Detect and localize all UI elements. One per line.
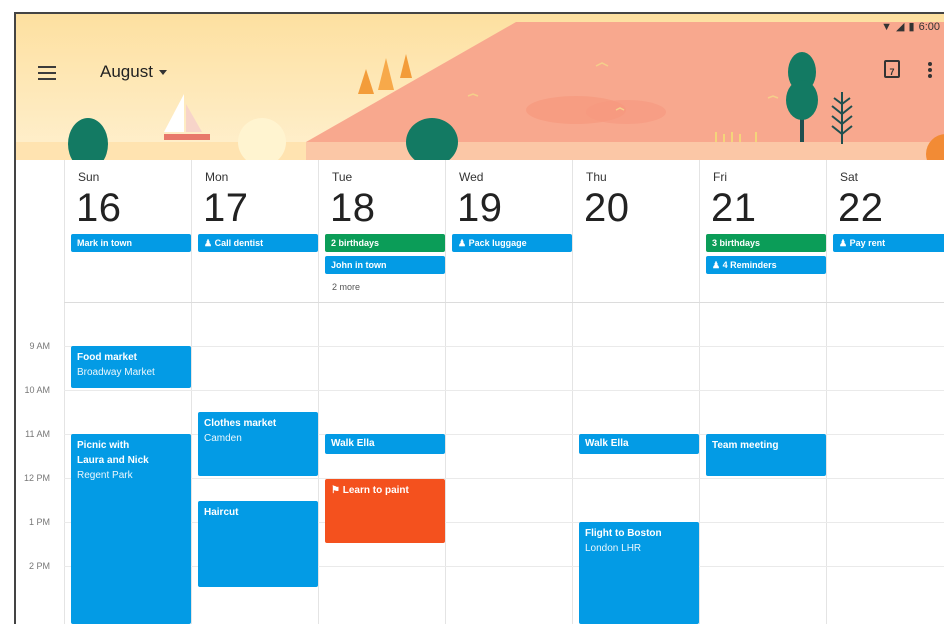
event-food-market[interactable]: Food market Broadway Market: [71, 346, 191, 388]
event-location: London LHR: [585, 543, 642, 554]
reminder-chip[interactable]: ♟ Pack luggage: [452, 234, 572, 252]
event-location: Regent Park: [77, 470, 133, 481]
day-number: 21: [711, 186, 757, 230]
reminder-icon: ♟: [839, 238, 850, 248]
day-header-mon[interactable]: Mon 17: [191, 160, 318, 304]
event-flight-to-boston[interactable]: Flight to Boston London LHR: [579, 522, 699, 624]
time-label: 9 AM: [29, 341, 50, 351]
chip-label: Pack luggage: [468, 238, 527, 248]
hour-line: [64, 566, 944, 567]
day-number: 16: [76, 186, 122, 230]
today-calendar-icon[interactable]: 7: [884, 60, 900, 78]
event-location: Broadway Market: [77, 367, 155, 378]
time-label: 1 PM: [28, 517, 50, 527]
chip-label: Pay rent: [849, 238, 886, 248]
event-clothes-market[interactable]: Clothes market Camden: [198, 412, 318, 476]
signal-icon: ◢: [896, 21, 905, 33]
day-header-sat[interactable]: Sat 22: [826, 160, 944, 304]
event-learn-to-paint[interactable]: ⚑ Learn to paint: [325, 479, 445, 543]
hour-line: [64, 390, 944, 391]
time-label: 10 AM: [24, 385, 50, 395]
event-title: Clothes market: [204, 418, 277, 429]
day-name: Mon: [205, 170, 229, 184]
event-picnic[interactable]: Picnic with Laura and Nick Regent Park: [71, 434, 191, 624]
reminder-icon: ♟: [712, 260, 723, 270]
day-number: 17: [203, 186, 249, 230]
more-events-link[interactable]: 2 more: [332, 282, 360, 292]
time-label: 12 PM: [23, 473, 50, 483]
event-haircut[interactable]: Haircut: [198, 501, 318, 587]
day-header-wed[interactable]: Wed 19: [445, 160, 572, 304]
status-time: 6:00: [918, 20, 940, 33]
more-vert-icon[interactable]: [928, 62, 932, 78]
caret-down-icon: [158, 69, 167, 75]
menu-icon[interactable]: [38, 66, 56, 80]
birthdays-chip[interactable]: 2 birthdays: [325, 234, 445, 252]
event-title: Walk Ella: [331, 438, 375, 449]
day-number: 20: [584, 186, 630, 230]
event-title: Food market: [77, 352, 138, 363]
hour-line: [64, 346, 944, 347]
hour-line: [64, 478, 944, 479]
event-title: Flight to Boston: [585, 528, 662, 539]
time-label: 2 PM: [28, 561, 50, 571]
day-name: Thu: [586, 170, 607, 184]
reminder-chip[interactable]: ♟ 4 Reminders: [706, 256, 826, 274]
event-title: Learn to paint: [342, 485, 409, 496]
day-number: 19: [457, 186, 503, 230]
day-header-sun[interactable]: Sun 16: [64, 160, 191, 304]
reminder-chip[interactable]: ♟ Pay rent: [833, 234, 944, 252]
event-team-meeting[interactable]: Team meeting: [706, 434, 826, 476]
day-name: Fri: [713, 170, 727, 184]
day-name: Tue: [332, 170, 353, 184]
header-illustration: [16, 14, 944, 160]
day-header-fri[interactable]: Fri 21: [699, 160, 826, 304]
chip-label: 4 Reminders: [722, 260, 777, 270]
flag-icon: ⚑: [331, 485, 343, 496]
hour-line: [64, 522, 944, 523]
event-walk-ella-thu[interactable]: Walk Ella: [579, 434, 699, 454]
event-title: Walk Ella: [585, 438, 629, 449]
reminder-chip[interactable]: ♟ Call dentist: [198, 234, 318, 252]
chip-label: Call dentist: [214, 238, 264, 248]
reminder-icon: ♟: [204, 238, 215, 248]
reminder-icon: ♟: [458, 238, 469, 248]
time-label: 11 AM: [25, 429, 50, 439]
month-label: August: [100, 62, 153, 81]
day-name: Wed: [459, 170, 484, 184]
day-header-thu[interactable]: Thu 20: [572, 160, 699, 304]
header-banner: ▼ ◢ ▮ 6:00 August 7: [16, 14, 944, 160]
month-selector[interactable]: August: [100, 62, 167, 82]
event-title: Haircut: [204, 507, 239, 518]
event-walk-ella-tue[interactable]: Walk Ella: [325, 434, 445, 454]
day-name: Sat: [840, 170, 859, 184]
event-location: Camden: [204, 433, 242, 444]
battery-icon: ▮: [908, 21, 915, 33]
all-day-event[interactable]: Mark in town: [71, 234, 191, 252]
event-title: Team meeting: [712, 440, 779, 451]
status-bar: ▼ ◢ ▮ 6:00: [881, 20, 940, 34]
day-name: Sun: [78, 170, 100, 184]
birthdays-chip[interactable]: 3 birthdays: [706, 234, 826, 252]
wifi-icon: ▼: [881, 20, 893, 33]
day-number: 18: [330, 186, 376, 230]
calendar-app: ▼ ◢ ▮ 6:00 August 7 9 AM 10 AM 11 AM 12 …: [14, 12, 944, 624]
event-title: Picnic with Laura and Nick: [77, 440, 149, 466]
day-number: 22: [838, 186, 884, 230]
all-day-event[interactable]: John in town: [325, 256, 445, 274]
